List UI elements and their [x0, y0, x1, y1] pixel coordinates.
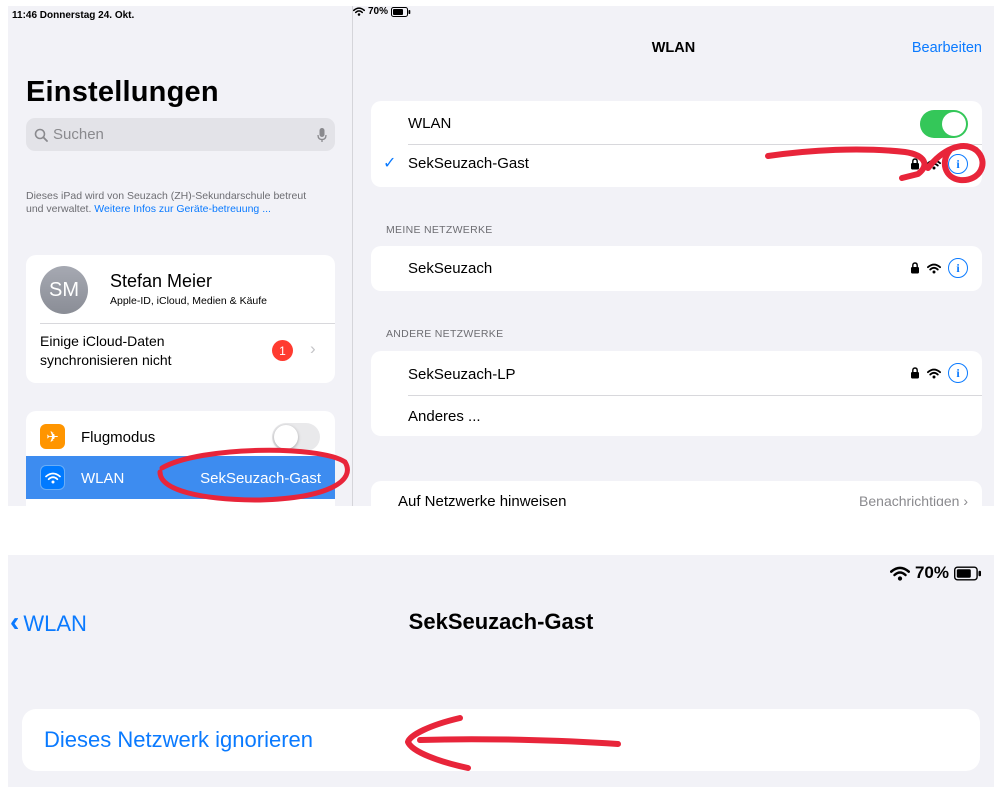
network-name[interactable]: SekSeuzach — [408, 260, 492, 277]
divider — [408, 144, 982, 145]
info-icon[interactable]: i — [948, 154, 968, 174]
status-right: 70% — [889, 563, 982, 583]
status-right: 70% — [353, 6, 994, 17]
wifi-icon — [40, 465, 65, 490]
network-icons: i — [910, 258, 968, 278]
top-screenshot: 11:46 Donnerstag 24. Okt. Einstellungen … — [8, 6, 994, 506]
network-name[interactable]: SekSeuzach-LP — [408, 366, 516, 383]
info-icon[interactable]: i — [948, 258, 968, 278]
wifi-signal-icon — [927, 159, 941, 169]
settings-sidebar: 11:46 Donnerstag 24. Okt. Einstellungen … — [8, 6, 352, 506]
network-icons: i — [910, 363, 968, 383]
notify-networks-label[interactable]: Auf Netzwerke hinweisen — [398, 493, 566, 506]
current-network-icons: i — [910, 154, 968, 174]
toggle-knob — [942, 112, 966, 136]
lock-icon — [911, 262, 919, 274]
icloud-line-2: synchronisieren nicht — [40, 352, 172, 368]
microphone-icon[interactable] — [317, 127, 327, 143]
airplane-icon: ✈ — [40, 424, 65, 449]
page-title: Einstellungen — [26, 76, 219, 108]
sidebar-item-label: WLAN — [81, 470, 125, 487]
notify-networks-value: Benachrichtigen › — [859, 493, 968, 506]
managed-device-notice: Dieses iPad wird von Seuzach (ZH)-Sekund… — [26, 190, 326, 216]
wlan-label: WLAN — [408, 115, 452, 132]
battery-percent: 70% — [368, 6, 389, 17]
search-placeholder: Suchen — [53, 126, 104, 143]
wifi-status-icon — [889, 566, 910, 581]
status-time-date: 11:46 Donnerstag 24. Okt. — [12, 10, 135, 21]
wlan-toggle[interactable] — [920, 110, 968, 138]
profile-name[interactable]: Stefan Meier — [110, 271, 212, 292]
managed-info-link[interactable]: Weitere Infos zur Geräte-betreuung ... — [94, 203, 271, 215]
airplane-mode-toggle[interactable] — [272, 423, 320, 451]
connectivity-card: ✈ Flugmodus WLAN SekSeuzach-Gast — [26, 411, 335, 506]
edit-button[interactable]: Bearbeiten — [912, 40, 982, 56]
network-detail-title: SekSeuzach-Gast — [408, 609, 594, 634]
my-networks-card: SekSeuzach i — [371, 246, 982, 291]
wifi-signal-icon — [927, 368, 941, 378]
notify-card: Auf Netzwerke hinweisen Benachrichtigen … — [371, 481, 982, 506]
search-input[interactable]: Suchen — [26, 118, 335, 151]
detail-title: WLAN — [651, 40, 696, 56]
wifi-signal-icon — [927, 263, 941, 273]
forget-network-button[interactable]: Dieses Netzwerk ignorieren — [44, 727, 313, 753]
sidebar-item-wlan[interactable]: WLAN SekSeuzach-Gast — [26, 456, 335, 499]
sidebar-item-flugmodus[interactable]: Flugmodus — [81, 429, 155, 446]
ignore-card: Dieses Netzwerk ignorieren — [22, 709, 980, 771]
avatar[interactable]: SM — [40, 266, 88, 314]
chevron-right-icon: › — [963, 493, 968, 506]
other-networks-card: SekSeuzach-LP i Anderes ... — [371, 351, 982, 436]
wlan-detail-pane: 70% WLAN Bearbeiten WLAN ✓ SekSeuzach-Ga… — [353, 6, 994, 506]
icloud-line-1: Einige iCloud-Daten — [40, 333, 165, 349]
notify-value-text: Benachrichtigen — [859, 493, 960, 506]
checkmark-icon: ✓ — [383, 155, 397, 172]
lock-icon — [911, 367, 919, 379]
icloud-sync-warning[interactable]: Einige iCloud-Daten synchronisieren nich… — [40, 332, 172, 370]
battery-icon — [391, 6, 411, 17]
lock-icon — [911, 158, 919, 170]
divider — [408, 395, 982, 396]
other-network-option[interactable]: Anderes ... — [408, 408, 481, 425]
notification-badge: 1 — [272, 340, 293, 361]
divider — [40, 323, 335, 324]
bottom-screenshot: 70% ‹ WLAN SekSeuzach-Gast Dieses Netzwe… — [8, 555, 994, 787]
battery-icon — [954, 566, 982, 580]
toggle-knob — [274, 425, 298, 449]
current-network-name[interactable]: SekSeuzach-Gast — [408, 155, 529, 172]
info-icon[interactable]: i — [948, 363, 968, 383]
profile-subtitle: Apple-ID, iCloud, Medien & Käufe — [110, 295, 268, 307]
wifi-status-icon — [353, 7, 365, 16]
my-networks-header: MEINE NETZWERKE — [386, 224, 493, 236]
other-networks-header: ANDERE NETZWERKE — [386, 328, 504, 340]
search-icon — [34, 128, 48, 142]
sidebar-item-value: SekSeuzach-Gast — [200, 470, 321, 487]
profile-card: SM Stefan Meier Apple-ID, iCloud, Medien… — [26, 255, 335, 383]
wlan-card: WLAN ✓ SekSeuzach-Gast i — [371, 101, 982, 187]
battery-percent: 70% — [914, 563, 949, 582]
chevron-right-icon: › — [310, 339, 316, 358]
